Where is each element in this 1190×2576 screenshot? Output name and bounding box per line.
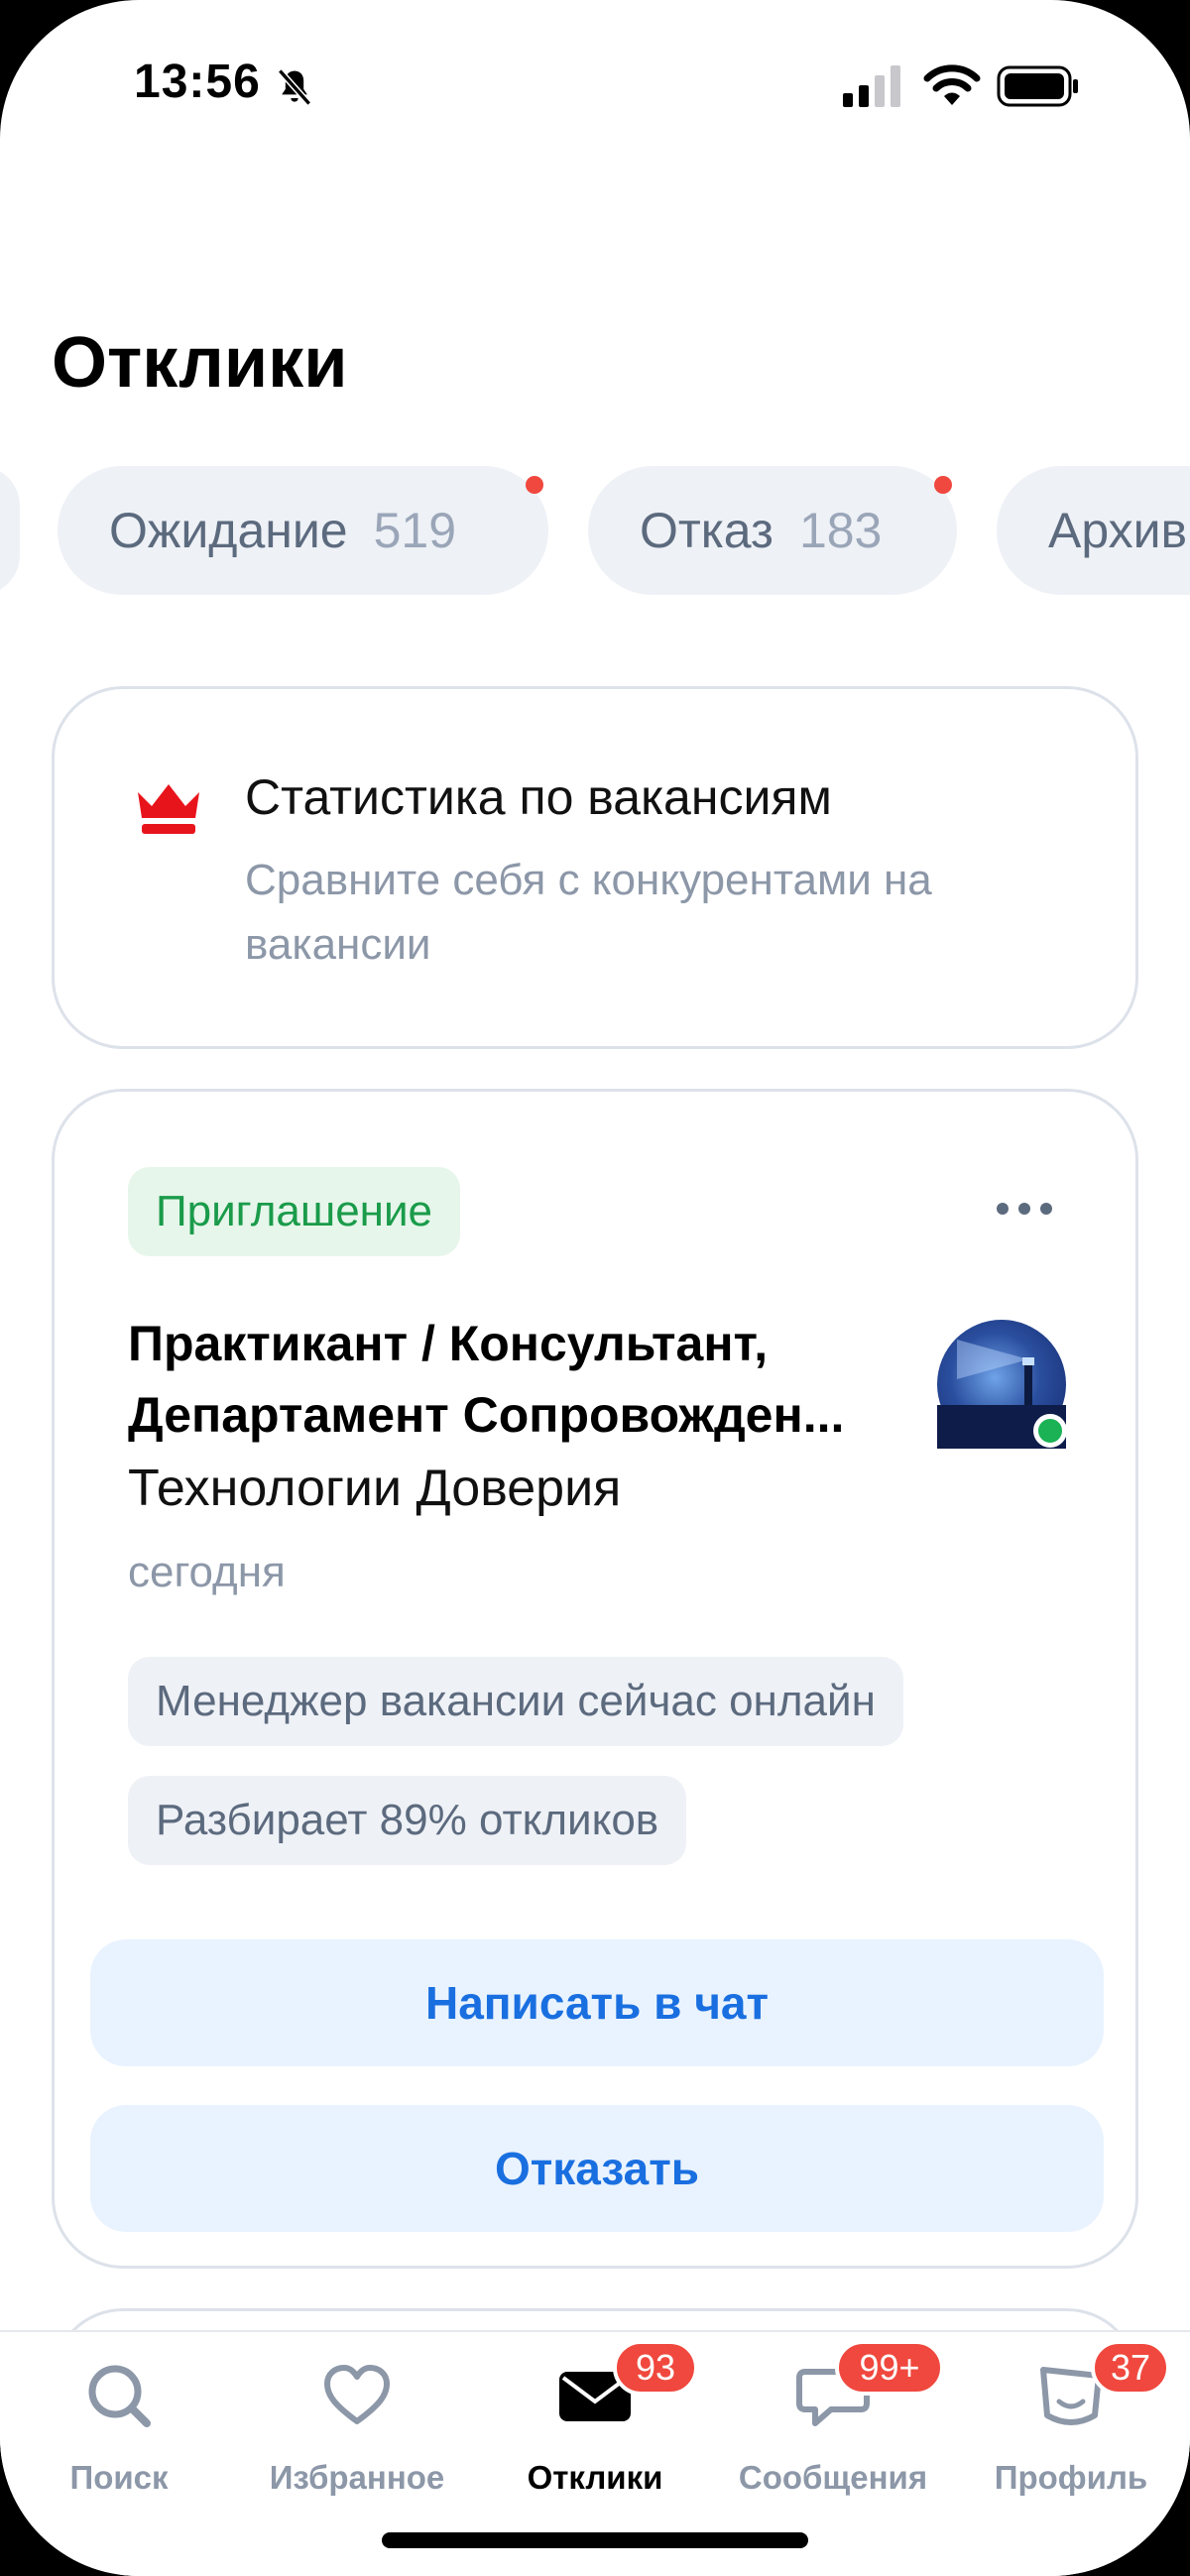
- tab-label: Сообщения: [738, 2459, 928, 2496]
- filter-chip-label: Ожидание: [109, 503, 348, 558]
- notification-badge: 37: [1091, 2340, 1170, 2396]
- page-title: Отклики: [52, 323, 348, 403]
- info-tag: Менеджер вакансии сейчас онлайн: [128, 1657, 903, 1746]
- stats-banner[interactable]: Статистика по вакансиям Сравните себя с …: [52, 686, 1138, 1049]
- search-icon: [88, 2365, 151, 2427]
- info-tag: Разбирает 89% откликов: [128, 1776, 687, 1865]
- vacancy-title[interactable]: Практикант / Консультант, Департамент Со…: [128, 1308, 941, 1451]
- tab-label: Поиск: [69, 2459, 169, 2496]
- filter-chip-archive[interactable]: Архив: [997, 466, 1190, 595]
- filter-chip-label: Отказ: [640, 503, 774, 558]
- tab-label: Отклики: [527, 2459, 663, 2496]
- filter-chip-label: Архив: [1048, 503, 1188, 558]
- unread-dot: [526, 476, 543, 494]
- filter-chip-rejected[interactable]: Отказ 183: [588, 466, 957, 595]
- stats-banner-title: Статистика по вакансиям: [245, 769, 832, 825]
- heart-icon: [324, 2365, 390, 2424]
- tab-profile[interactable]: 37 Профиль: [952, 2332, 1190, 2530]
- reject-button[interactable]: Отказать: [90, 2105, 1104, 2232]
- online-status-dot: [1033, 1414, 1067, 1448]
- phone-screen: 13:56 Отклики Ожидание 519 Отказ 183 Арх…: [0, 0, 1190, 2576]
- tab-responses[interactable]: 93 Отклики: [476, 2332, 714, 2530]
- filter-chips: Ожидание 519 Отказ 183 Архив: [0, 466, 1190, 595]
- filter-chip-count: 183: [798, 503, 883, 558]
- cellular-signal-icon: [843, 65, 900, 107]
- write-to-chat-button[interactable]: Написать в чат: [90, 1939, 1104, 2066]
- crown-icon: [138, 784, 199, 834]
- stats-banner-subtitle: Сравните себя с конкурентами на вакансии: [245, 856, 932, 969]
- tab-favorites[interactable]: Избранное: [238, 2332, 476, 2530]
- status-badge: Приглашение: [128, 1167, 461, 1256]
- notification-badge: 93: [613, 2340, 698, 2396]
- home-indicator[interactable]: [382, 2532, 808, 2548]
- status-bar: 13:56: [0, 0, 1190, 178]
- vacancy-card[interactable]: Приглашение Практикант / Консультант, Де…: [52, 1089, 1138, 2269]
- status-time: 13:56: [134, 56, 261, 108]
- tab-search[interactable]: Поиск: [0, 2332, 238, 2530]
- filter-chip-previous[interactable]: [0, 466, 20, 595]
- more-options-icon[interactable]: [993, 1197, 1056, 1221]
- filter-chip-waiting[interactable]: Ожидание 519: [58, 466, 548, 595]
- response-date: сегодня: [128, 1548, 286, 1596]
- filter-chip-count: 519: [373, 503, 457, 558]
- notification-badge: 99+: [835, 2340, 944, 2396]
- tab-label: Избранное: [269, 2459, 445, 2496]
- company-name[interactable]: Технологии Доверия: [128, 1459, 621, 1518]
- tab-label: Профиль: [994, 2459, 1148, 2496]
- tab-messages[interactable]: 99+ Сообщения: [714, 2332, 952, 2530]
- bell-muted-icon: [277, 68, 312, 106]
- unread-dot: [934, 476, 952, 494]
- wifi-icon: [923, 64, 981, 105]
- battery-icon: [997, 65, 1078, 107]
